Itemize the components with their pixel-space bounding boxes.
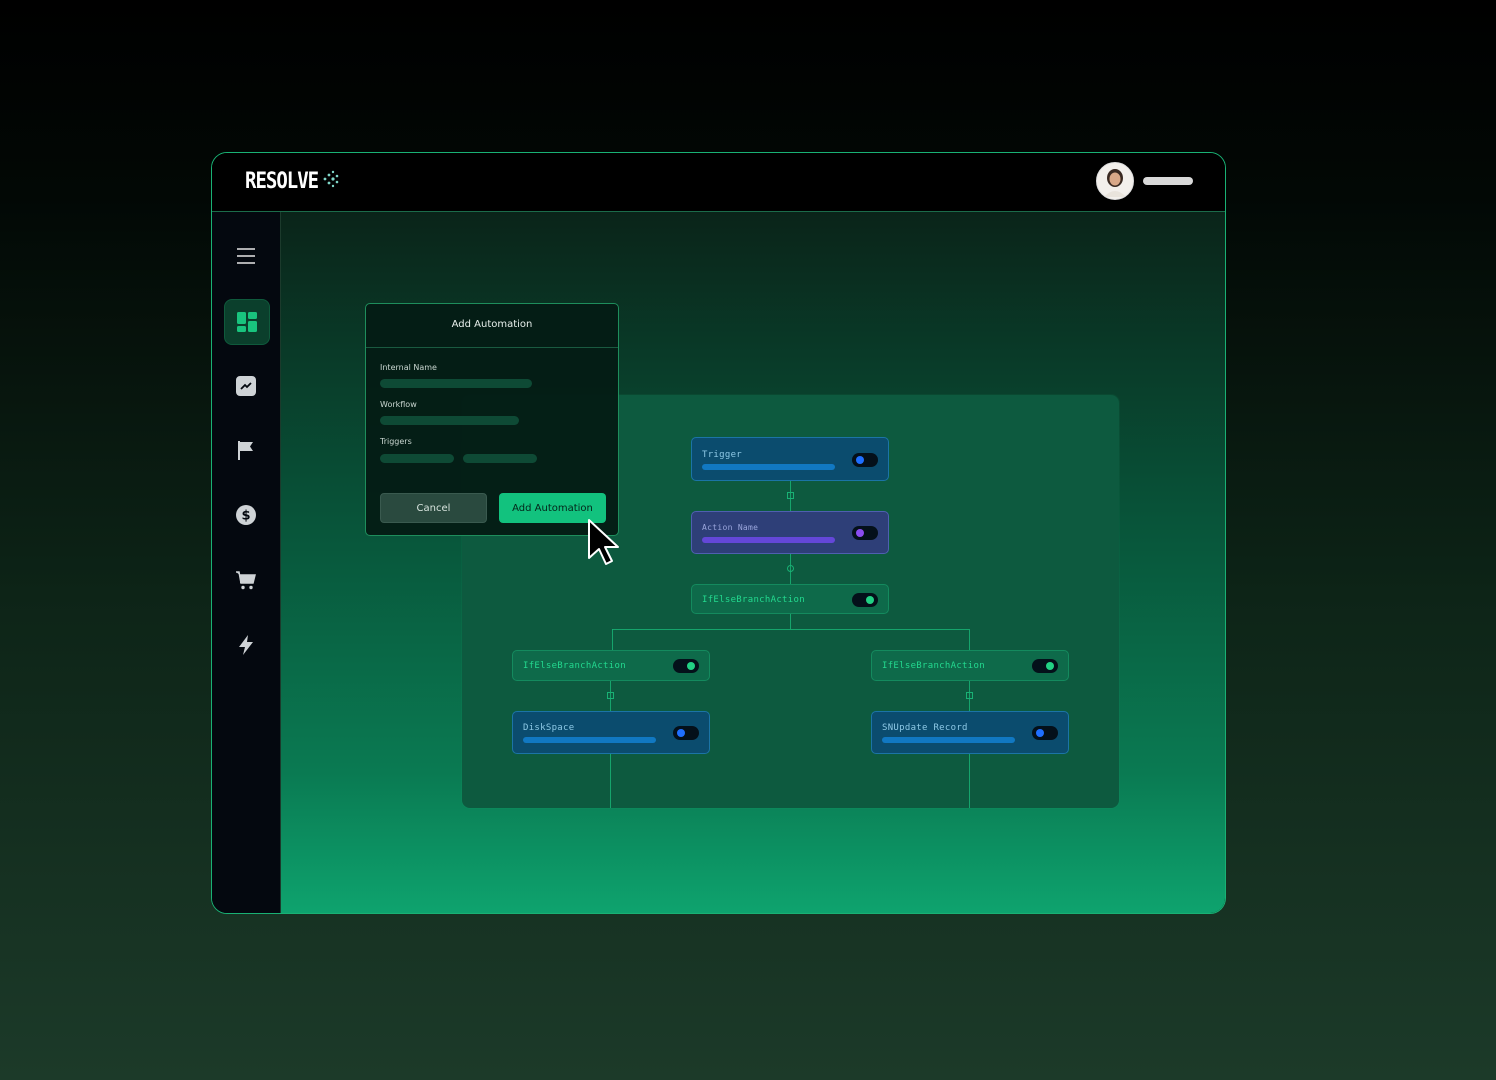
internal-name-field[interactable] <box>380 379 532 388</box>
node-title: DiskSpace <box>523 723 575 733</box>
brand-name: RESOLVE <box>245 168 319 194</box>
sidebar-item-billing[interactable]: $ <box>224 493 268 537</box>
connector <box>969 629 970 650</box>
internal-name-label: Internal Name <box>380 363 437 372</box>
dashboard-icon <box>237 312 257 332</box>
node-toggle[interactable] <box>852 526 878 540</box>
lightning-icon <box>239 635 253 655</box>
workflow-label: Workflow <box>380 400 417 409</box>
dialog-title: Add Automation <box>451 319 533 330</box>
node-toggle[interactable] <box>852 593 878 607</box>
workflow-node-action[interactable]: Action Name <box>691 511 889 554</box>
menu-icon <box>237 248 255 264</box>
connector-port <box>787 492 794 499</box>
trigger-field-2[interactable] <box>463 454 537 463</box>
node-title: Trigger <box>702 450 743 460</box>
menu-button[interactable] <box>224 234 268 278</box>
connector <box>969 754 970 808</box>
node-toggle[interactable] <box>673 659 699 673</box>
node-value-bar <box>702 464 835 470</box>
node-title: IfElseBranchAction <box>523 661 626 671</box>
sidebar-item-reports[interactable] <box>224 428 268 472</box>
cursor-icon <box>587 518 627 572</box>
connector <box>610 754 611 808</box>
avatar <box>1096 162 1134 200</box>
node-toggle[interactable] <box>852 453 878 467</box>
dollar-icon: $ <box>236 505 256 525</box>
node-title: IfElseBranchAction <box>702 595 805 605</box>
trigger-field-1[interactable] <box>380 454 454 463</box>
node-value-bar <box>882 737 1015 743</box>
connector <box>612 629 969 630</box>
add-automation-dialog: Add Automation Internal Name Workflow Tr… <box>365 303 619 536</box>
main-content: Trigger Action Name IfElseBranchAction I… <box>281 212 1225 913</box>
workflow-node-ifelse-right[interactable]: IfElseBranchAction <box>871 650 1069 681</box>
triggers-label: Triggers <box>380 437 412 446</box>
app-window: RESOLVE $ Trigger Action Name IfElseBran… <box>211 152 1226 914</box>
workflow-node-ifelse-root[interactable]: IfElseBranchAction <box>691 584 889 614</box>
connector <box>612 629 613 650</box>
sidebar: $ <box>212 212 281 913</box>
divider <box>366 347 618 348</box>
node-toggle[interactable] <box>1032 726 1058 740</box>
node-title: IfElseBranchAction <box>882 661 985 671</box>
workflow-node-trigger[interactable]: Trigger <box>691 437 889 481</box>
node-toggle[interactable] <box>1032 659 1058 673</box>
workflow-field[interactable] <box>380 416 519 425</box>
connector <box>790 614 791 629</box>
svg-text:$: $ <box>241 509 250 524</box>
connector-port <box>787 565 794 572</box>
top-bar: RESOLVE <box>212 153 1225 212</box>
chart-icon <box>236 376 256 396</box>
user-menu[interactable] <box>1096 162 1193 200</box>
connector-port <box>966 692 973 699</box>
node-title: SNUpdate Record <box>882 723 968 733</box>
brand-mark-icon <box>321 169 341 193</box>
sidebar-item-store[interactable] <box>224 558 268 602</box>
cart-icon <box>236 571 256 590</box>
sidebar-item-automations[interactable] <box>224 623 268 667</box>
brand-logo[interactable]: RESOLVE <box>245 168 341 194</box>
workflow-node-ifelse-left[interactable]: IfElseBranchAction <box>512 650 710 681</box>
workflow-node-snupdate[interactable]: SNUpdate Record <box>871 711 1069 754</box>
cancel-button[interactable]: Cancel <box>380 493 487 523</box>
connector-port <box>607 692 614 699</box>
sidebar-item-dashboard[interactable] <box>224 299 270 345</box>
node-value-bar <box>523 737 656 743</box>
node-value-bar <box>702 537 835 543</box>
node-toggle[interactable] <box>673 726 699 740</box>
user-name-placeholder <box>1143 177 1193 185</box>
node-title: Action Name <box>702 523 759 532</box>
sidebar-item-analytics[interactable] <box>224 364 268 408</box>
workflow-node-diskspace[interactable]: DiskSpace <box>512 711 710 754</box>
flag-icon <box>238 441 253 460</box>
